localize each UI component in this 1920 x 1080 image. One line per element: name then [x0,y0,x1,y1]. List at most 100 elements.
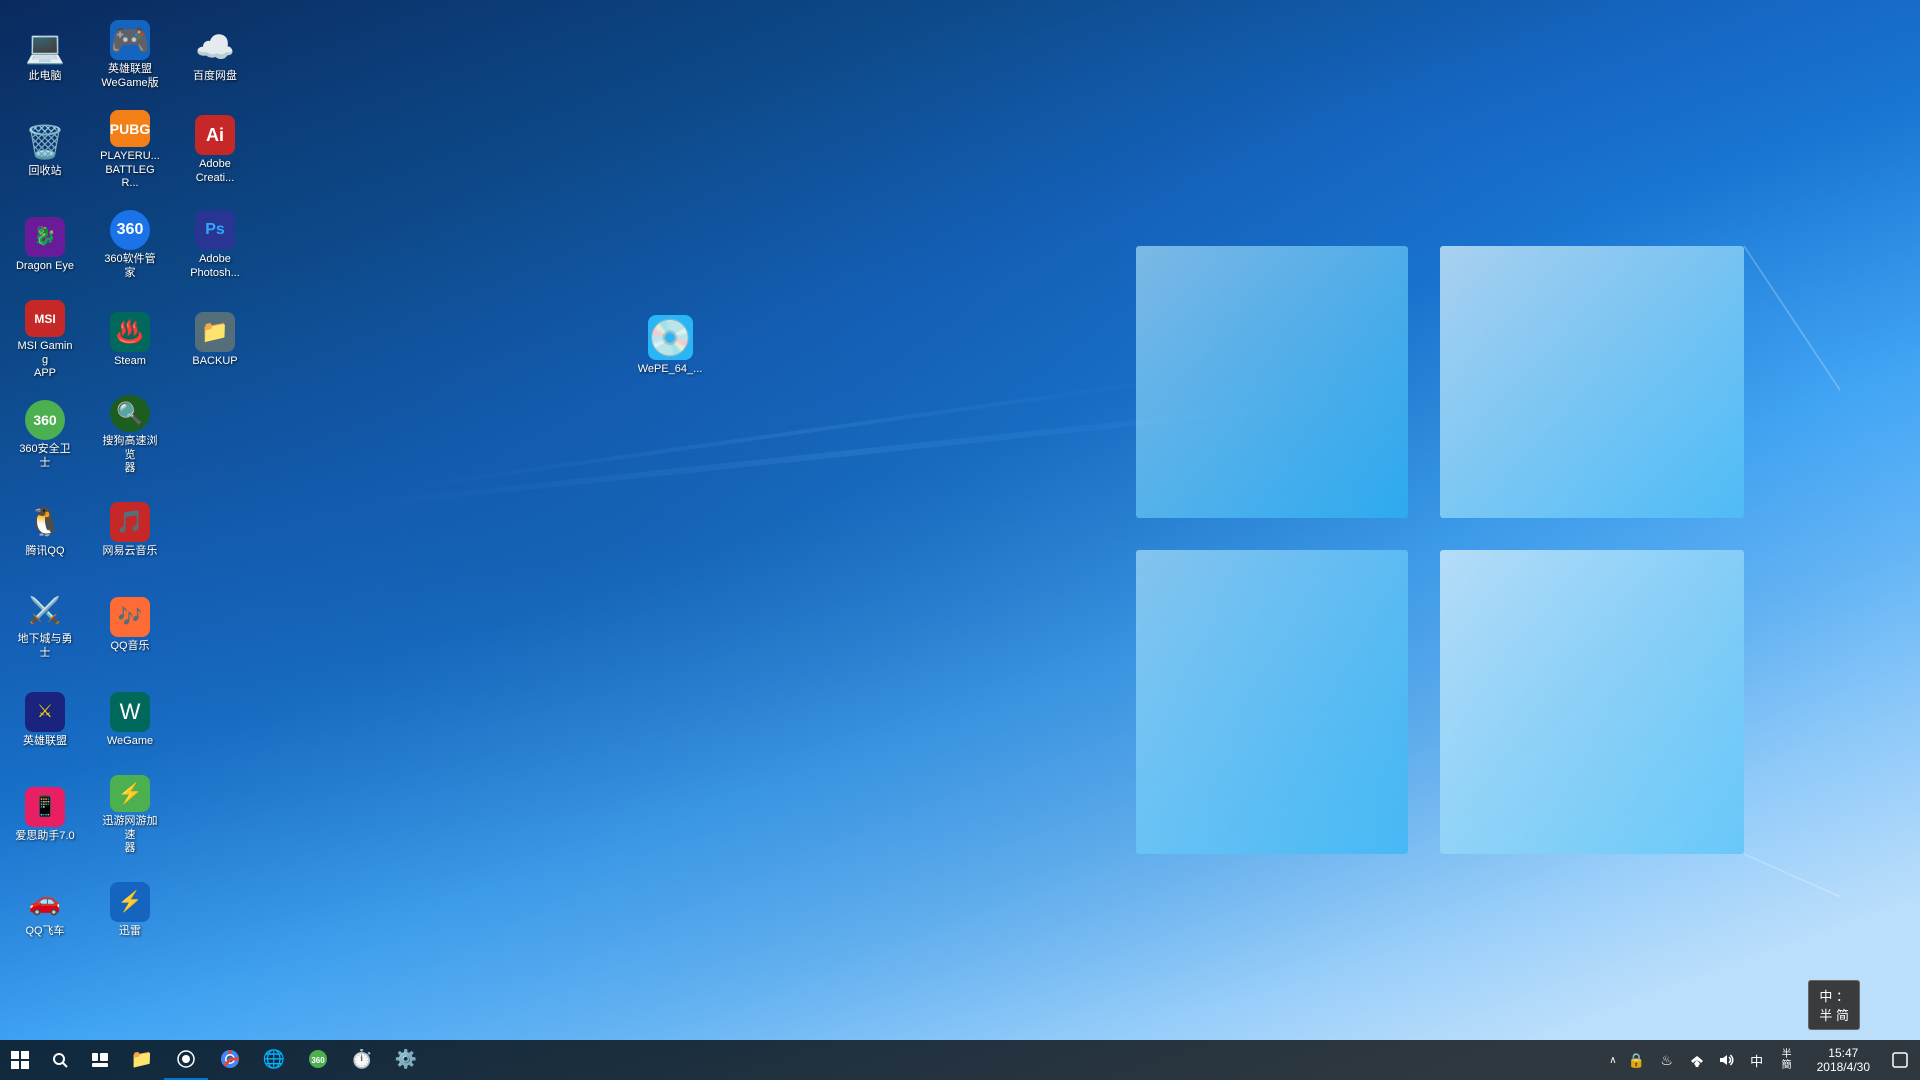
icon-empty4 [180,675,250,765]
ime-popup-row1: 中 ： [1819,986,1849,1005]
icon-qq-music-img: 🎶 [110,597,150,637]
icon-360-manager-img: 360 [110,210,150,250]
icon-dragon-img: 🐉 [25,217,65,257]
icon-lol2[interactable]: ⚔ 英雄联盟 [10,675,80,765]
icon-steam-label: Steam [114,355,146,368]
icon-dragon-label: Dragon Eye [16,260,74,273]
tray-ime-cn[interactable]: 中 [1742,1040,1772,1080]
taskview-button[interactable] [80,1040,120,1080]
icon-360-manager-label: 360软件管家 [100,253,160,279]
icon-aisi-img: 📱 [25,787,65,827]
file-icon-wepe[interactable]: 💿 WePE_64_... [630,310,710,381]
taskbar-clock[interactable]: 15:47 2018/4/30 [1807,1040,1880,1080]
notification-button[interactable] [1880,1040,1920,1080]
system-tray: ∧ 🔒 ♨ 中 半 簡 [1599,1040,1806,1080]
icon-qq-car[interactable]: 🚗 QQ飞车 [10,865,80,955]
file-icon-wepe-label: WePE_64_... [638,363,703,376]
icon-adobe-create-label: AdobeCreati... [196,158,235,184]
icon-msi-img: MSI [25,300,65,337]
taskbar-pin-chrome[interactable] [208,1040,252,1080]
icon-msi[interactable]: MSI MSI GamingAPP [10,295,80,385]
icon-pc-img: 💻 [25,27,65,67]
tray-steam[interactable]: ♨ [1652,1040,1682,1080]
icon-empty5 [180,770,250,860]
taskbar-pinned-apps: 📁 🌐 360 [120,1040,428,1080]
taskbar-pin-360[interactable]: 360 [296,1040,340,1080]
file-icon-wepe-img: 💿 [648,315,693,360]
desktop-icons: 💻 此电脑 🎮 英雄联盟WeGame版 ☁️ 百度网盘 🗑️ 回收站 PUBG … [0,0,260,965]
icon-empty3 [180,580,250,670]
taskbar-search-button[interactable] [40,1040,80,1080]
ime-half-text: 半 简 [1819,1005,1849,1024]
icon-qq[interactable]: 🐧 腾讯QQ [10,485,80,575]
icon-sogou-label: 搜狗高速浏览器 [100,435,160,475]
taskbar-pin-explorer[interactable]: 📁 [120,1040,164,1080]
icon-360-manager[interactable]: 360 360软件管家 [95,200,165,290]
tray-network[interactable] [1682,1040,1712,1080]
icon-xunlei[interactable]: ⚡ 迅雷 [95,865,165,955]
start-button[interactable] [0,1040,40,1080]
icon-backup[interactable]: 📁 BACKUP [180,295,250,385]
icon-wyy-label: 网易云音乐 [103,545,158,558]
icon-backup-img: 📁 [195,312,235,352]
icon-baidu-img: ☁️ [195,27,235,67]
icon-adobe-ps[interactable]: Ps AdobePhotosh... [180,200,250,290]
icon-qq-img: 🐧 [25,502,65,542]
icon-pubg-label: PLAYERU...BATTLEGR... [100,150,160,190]
icon-xunlei-game-img: ⚡ [110,775,150,812]
icon-empty6 [180,865,250,955]
icon-wegame-img: W [110,692,150,732]
icon-wegame[interactable]: W WeGame [95,675,165,765]
tray-volume[interactable] [1712,1040,1742,1080]
icon-qq-label: 腾讯QQ [25,545,64,558]
icon-aisi[interactable]: 📱 爱思助手7.0 [10,770,80,860]
tray-expand-button[interactable]: ∧ [1604,1055,1621,1066]
icon-dno[interactable]: ⚔️ 地下城与勇士 [10,580,80,670]
icon-lol-wegame[interactable]: 🎮 英雄联盟WeGame版 [95,10,165,100]
icon-wyy-img: 🎵 [110,502,150,542]
icon-xunlei-label: 迅雷 [119,925,141,938]
icon-wegame-label: WeGame [107,735,153,748]
desktop: 💻 此电脑 🎮 英雄联盟WeGame版 ☁️ 百度网盘 🗑️ 回收站 PUBG … [0,0,1920,1080]
icon-sogou[interactable]: 🔍 搜狗高速浏览器 [95,390,165,480]
icon-baidu-label: 百度网盘 [193,70,237,83]
icon-pubg-img: PUBG [110,110,150,147]
icon-360-security[interactable]: 360 360安全卫士 [10,390,80,480]
taskbar-pin-settings[interactable]: ⚙️ [384,1040,428,1080]
tray-security[interactable]: 🔒 [1622,1040,1652,1080]
icon-qq-music-label: QQ音乐 [110,640,149,653]
icon-baidu-disk[interactable]: ☁️ 百度网盘 [180,10,250,100]
clock-time: 15:47 [1828,1046,1858,1060]
icon-dno-label: 地下城与勇士 [15,633,75,659]
icon-adobe-create-img: Ai [195,115,235,155]
taskbar-pin-cortana[interactable] [164,1040,208,1080]
icon-msi-label: MSI GamingAPP [15,340,75,380]
icon-adobe-create[interactable]: Ai AdobeCreati... [180,105,250,195]
icon-dno-img: ⚔️ [25,590,65,630]
icon-360-security-img: 360 [25,400,65,440]
tray-ime-secondary[interactable]: 半 簡 [1772,1040,1802,1080]
tray-ime-simple: 簡 [1782,1060,1792,1071]
taskbar-pin-stopwatch[interactable]: ⏱️ [340,1040,384,1080]
icon-qq-music[interactable]: 🎶 QQ音乐 [95,580,165,670]
icon-xunlei-img: ⚡ [110,882,150,922]
icon-dragon-eye[interactable]: 🐉 Dragon Eye [10,200,80,290]
icon-xunlei-game[interactable]: ⚡ 迅游网游加速器 [95,770,165,860]
svg-text:360: 360 [311,1056,325,1065]
taskbar: 📁 🌐 360 [0,1040,1920,1080]
icon-empty1 [180,390,250,480]
ime-popup: 中 ： 半 简 [1808,980,1860,1030]
icon-pc[interactable]: 💻 此电脑 [10,10,80,100]
icon-steam[interactable]: ♨️ Steam [95,295,165,385]
icon-pubg[interactable]: PUBG PLAYERU...BATTLEGR... [95,105,165,195]
icon-backup-label: BACKUP [192,355,237,368]
icon-steam-img: ♨️ [110,312,150,352]
icon-recycle[interactable]: 🗑️ 回收站 [10,105,80,195]
windows-logo [1040,150,1840,950]
icon-lol-label: 英雄联盟WeGame版 [101,63,158,89]
icon-qq-car-label: QQ飞车 [25,925,64,938]
icon-wyy[interactable]: 🎵 网易云音乐 [95,485,165,575]
icon-lol-img: 🎮 [110,20,150,60]
taskbar-pin-ie[interactable]: 🌐 [252,1040,296,1080]
icon-recycle-label: 回收站 [29,165,62,178]
